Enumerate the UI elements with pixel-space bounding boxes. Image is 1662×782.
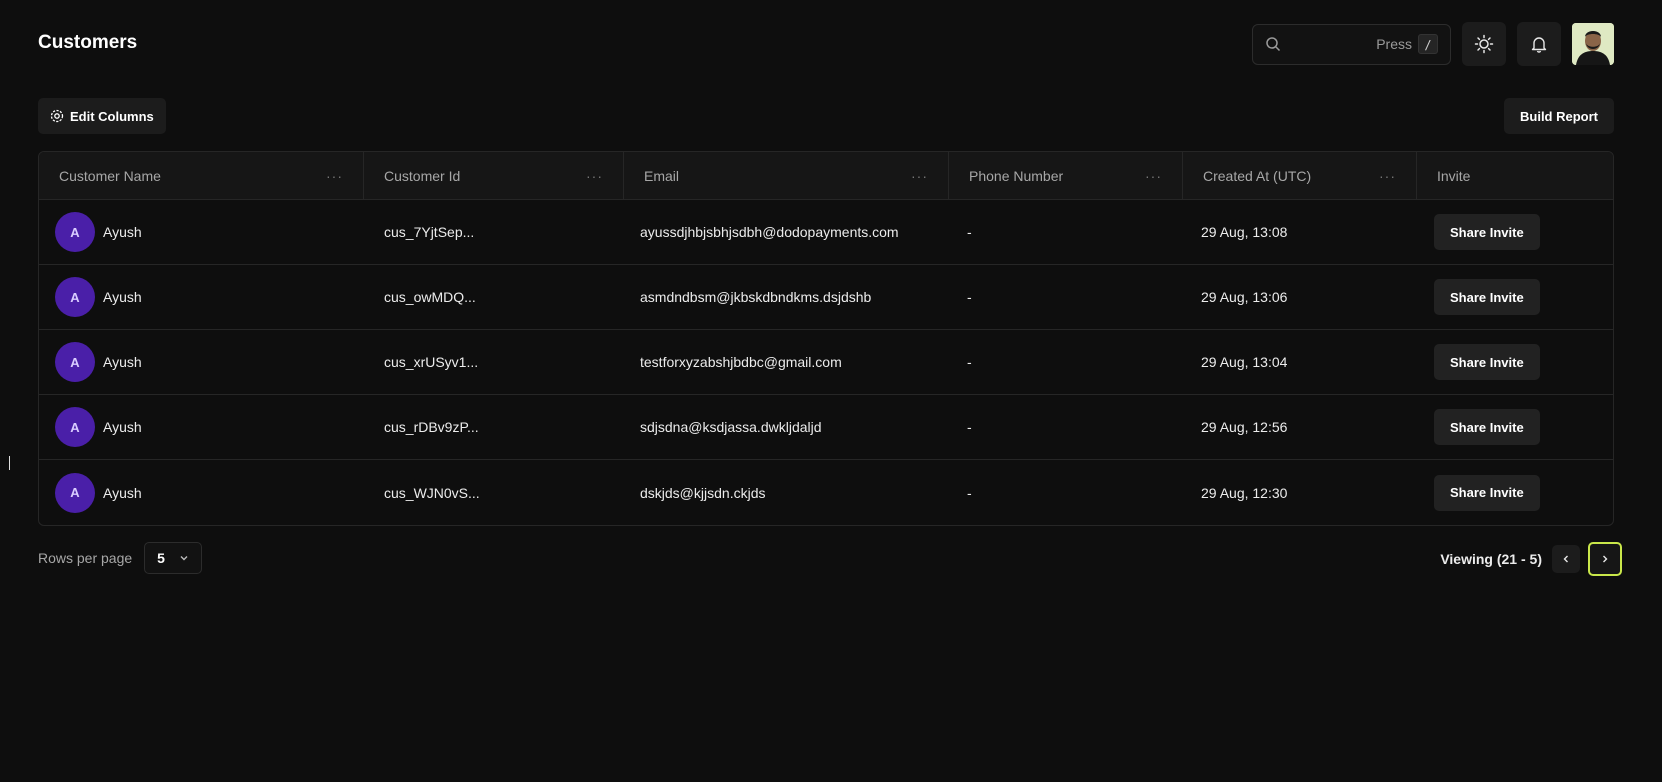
created-at: 29 Aug, 12:30 [1201, 484, 1288, 501]
customer-id: cus_rDBv9zP... [384, 419, 479, 435]
rows-per-page-select[interactable]: 5 [144, 542, 203, 574]
customer-email: sdjsdna@ksdjassa.dwkljdaljd [640, 419, 822, 435]
rows-per-page-value: 5 [157, 550, 165, 566]
page-title: Customers [38, 32, 138, 53]
table-row[interactable]: A Ayush cus_owMDQ... asmdndbsm@jkbskdbnd… [39, 265, 1613, 330]
created-at: 29 Aug, 12:56 [1201, 419, 1288, 435]
invite-cell: Share Invite [1417, 460, 1613, 525]
ellipsis-icon[interactable]: ··· [326, 168, 343, 184]
customers-table: Customer Name ··· Customer Id ··· Email … [38, 151, 1614, 526]
column-header-label: Customer Id [384, 167, 461, 184]
user-photo-icon [1572, 23, 1614, 65]
column-header-label: Phone Number [969, 167, 1064, 184]
search-hint: Press / [1376, 34, 1438, 54]
build-report-button[interactable]: Build Report [1504, 98, 1614, 134]
invite-cell: Share Invite [1417, 265, 1613, 329]
customer-email: ayussdjhbjsbhjsdbh@dodopayments.com [640, 224, 899, 240]
avatar: A [55, 407, 95, 447]
avatar: A [55, 277, 95, 317]
sun-icon [1474, 34, 1494, 54]
previous-page-button[interactable] [1552, 545, 1580, 573]
column-header-label: Email [644, 167, 680, 184]
column-header-phone-number[interactable]: Phone Number ··· [949, 152, 1183, 199]
user-avatar[interactable] [1572, 23, 1614, 65]
phone-number: - [967, 289, 972, 305]
table-row[interactable]: A Ayush cus_xrUSyv1... testforxyzabshjbd… [39, 330, 1613, 395]
avatar: A [55, 472, 95, 513]
share-invite-button[interactable]: Share Invite [1434, 344, 1540, 380]
share-invite-button[interactable]: Share Invite [1434, 279, 1540, 315]
column-header-label: Created At (UTC) [1203, 167, 1312, 184]
phone-number: - [967, 419, 972, 435]
pagination-rows-per-page: Rows per page 5 [38, 542, 203, 574]
customer-name: Ayush [103, 224, 142, 240]
chevron-down-icon [180, 556, 188, 561]
chevron-right-icon [1603, 555, 1608, 563]
ellipsis-icon[interactable]: ··· [586, 168, 603, 184]
customer-name-cell: A Ayush [39, 200, 364, 264]
customer-id: cus_owMDQ... [384, 289, 476, 305]
customer-name-cell: A Ayush [39, 330, 364, 394]
customer-name: Ayush [103, 354, 142, 370]
phone-number: - [967, 224, 972, 240]
ellipsis-icon[interactable]: ··· [1145, 168, 1162, 184]
customer-id: cus_xrUSyv1... [384, 354, 479, 370]
bell-icon [1531, 37, 1547, 53]
avatar: A [55, 212, 95, 252]
customer-name-cell: A Ayush [39, 395, 364, 459]
share-invite-button[interactable]: Share Invite [1434, 409, 1540, 445]
phone-number: - [967, 354, 972, 370]
customer-email: asmdndbsm@jkbskdbndkms.dsjdshb [640, 289, 872, 305]
customer-name: Ayush [103, 484, 142, 501]
invite-cell: Share Invite [1417, 200, 1613, 264]
gear-icon [50, 109, 64, 123]
viewing-range: Viewing (21 - 5) [1440, 551, 1542, 567]
search-icon [1266, 37, 1281, 52]
table-row[interactable]: A Ayush cus_WJN0vS... dskjds@kjjsdn.ckjd… [39, 460, 1613, 525]
invite-cell: Share Invite [1417, 330, 1613, 394]
notifications-button[interactable] [1517, 22, 1561, 66]
created-at: 29 Aug, 13:06 [1201, 289, 1288, 305]
edit-columns-button[interactable]: Edit Columns [38, 98, 166, 134]
search-input[interactable]: Press / [1252, 23, 1451, 65]
customer-email: testforxyzabshjbdbc@gmail.com [640, 354, 842, 370]
header-actions: Press / [1252, 22, 1614, 66]
build-report-label: Build Report [1520, 108, 1598, 124]
column-header-customer-id[interactable]: Customer Id ··· [364, 152, 624, 199]
column-header-invite: Invite [1417, 152, 1613, 199]
column-header-email[interactable]: Email ··· [624, 152, 949, 199]
share-invite-button[interactable]: Share Invite [1434, 474, 1540, 511]
theme-toggle-button[interactable] [1462, 22, 1506, 66]
pagination-controls: Viewing (21 - 5) [1440, 542, 1622, 576]
customer-id: cus_7YjtSep... [384, 224, 475, 240]
phone-number: - [967, 484, 972, 501]
customer-name-cell: A Ayush [39, 265, 364, 329]
table-row[interactable]: A Ayush cus_7YjtSep... ayussdjhbjsbhjsdb… [39, 200, 1613, 265]
customer-name: Ayush [103, 419, 142, 435]
customer-email: dskjds@kjjsdn.ckjds [640, 484, 766, 501]
rows-per-page-label: Rows per page [38, 550, 133, 566]
edit-columns-label: Edit Columns [70, 108, 154, 124]
created-at: 29 Aug, 13:04 [1201, 354, 1288, 370]
column-header-created-at[interactable]: Created At (UTC) ··· [1183, 152, 1417, 199]
invite-cell: Share Invite [1417, 395, 1613, 459]
created-at: 29 Aug, 13:08 [1201, 224, 1288, 240]
ellipsis-icon[interactable]: ··· [1379, 168, 1396, 184]
share-invite-button[interactable]: Share Invite [1434, 214, 1540, 250]
next-page-button[interactable] [1588, 542, 1622, 576]
customer-name-cell: A Ayush [39, 460, 364, 525]
column-header-label: Customer Name [59, 167, 161, 184]
ellipsis-icon[interactable]: ··· [911, 168, 928, 184]
customer-id: cus_WJN0vS... [384, 484, 480, 501]
avatar: A [55, 342, 95, 382]
table-header: Customer Name ··· Customer Id ··· Email … [39, 152, 1613, 200]
customer-name: Ayush [103, 289, 142, 305]
text-cursor [9, 456, 10, 470]
table-row[interactable]: A Ayush cus_rDBv9zP... sdjsdna@ksdjassa.… [39, 395, 1613, 460]
column-header-label: Invite [1437, 167, 1471, 184]
column-header-customer-name[interactable]: Customer Name ··· [39, 152, 364, 199]
shortcut-key: / [1418, 34, 1438, 54]
chevron-left-icon [1563, 555, 1568, 563]
search-hint-text: Press [1376, 36, 1412, 52]
